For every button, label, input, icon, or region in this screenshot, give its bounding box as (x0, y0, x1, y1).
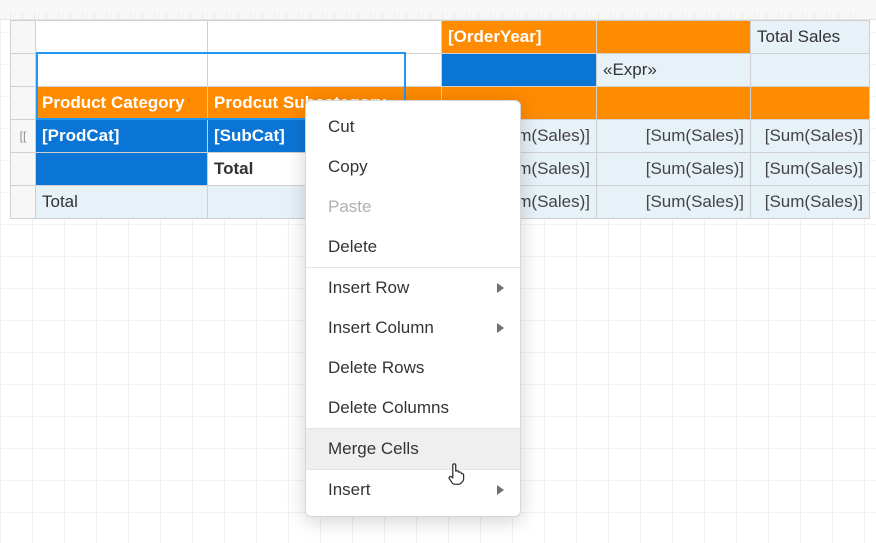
sum-sales-value: [Sum(Sales)] (765, 126, 863, 145)
expr-cell[interactable]: «Expr» (597, 54, 751, 87)
order-year-label: [OrderYear] (448, 27, 542, 46)
order-year-header-2[interactable] (597, 21, 751, 54)
row-handle[interactable] (11, 21, 36, 54)
expr-label: «Expr» (603, 60, 657, 79)
menu-insert-column[interactable]: Insert Column (306, 308, 520, 348)
data-cell[interactable]: [Sum(Sales)] (597, 153, 751, 186)
sum-sales-value: [Sum(Sales)] (646, 159, 744, 178)
menu-paste: Paste (306, 187, 520, 227)
menu-delete-columns[interactable]: Delete Columns (306, 388, 520, 428)
menu-merge-cells[interactable]: Merge Cells (306, 429, 520, 469)
menu-cut-label: Cut (328, 117, 354, 137)
sum-sales-value: [Sum(Sales)] (646, 126, 744, 145)
subcat-label: [SubCat] (214, 126, 285, 145)
data-cell[interactable]: [Sum(Sales)] (751, 153, 870, 186)
prodcat-label: [ProdCat] (42, 126, 119, 145)
menu-copy-label: Copy (328, 157, 368, 177)
chevron-right-icon (497, 323, 504, 333)
empty-cell[interactable] (751, 54, 870, 87)
grandtotal-label-cell[interactable]: Total (36, 186, 208, 219)
menu-delete-rows[interactable]: Delete Rows (306, 348, 520, 388)
data-cell[interactable]: [Sum(Sales)] (751, 186, 870, 219)
row-handle[interactable]: [[ (11, 120, 36, 153)
menu-insert-row[interactable]: Insert Row (306, 268, 520, 308)
data-cell[interactable]: [Sum(Sales)] (597, 186, 751, 219)
menu-insert-row-label: Insert Row (328, 278, 409, 298)
design-surface[interactable]: [OrderYear] Total Sales «Expr» Product C… (0, 0, 876, 543)
sum-sales-value: [Sum(Sales)] (646, 192, 744, 211)
menu-delete-columns-label: Delete Columns (328, 398, 449, 418)
grandtotal-label: Total (42, 192, 78, 211)
menu-paste-label: Paste (328, 197, 371, 217)
prodcat-span[interactable] (36, 153, 208, 186)
prodcat-field[interactable]: [ProdCat] (36, 120, 208, 153)
menu-delete-rows-label: Delete Rows (328, 358, 424, 378)
column-group-cell[interactable] (442, 54, 597, 87)
corner-cell[interactable] (36, 54, 208, 87)
data-cell[interactable]: [Sum(Sales)] (751, 120, 870, 153)
menu-insert-label: Insert (328, 480, 371, 500)
subtotal-label: Total (214, 159, 253, 178)
total-sales-label: Total Sales (757, 27, 840, 46)
menu-delete[interactable]: Delete (306, 227, 520, 267)
row-handle[interactable] (11, 186, 36, 219)
col-header-blank[interactable] (751, 87, 870, 120)
product-category-label: Product Category (42, 93, 185, 112)
corner-cell[interactable] (36, 21, 208, 54)
data-cell[interactable]: [Sum(Sales)] (597, 120, 751, 153)
corner-cell[interactable] (208, 21, 442, 54)
order-year-header[interactable]: [OrderYear] (442, 21, 597, 54)
col-header-blank[interactable] (597, 87, 751, 120)
row-handle[interactable] (11, 87, 36, 120)
context-menu: Cut Copy Paste Delete Insert Row Insert … (305, 100, 521, 517)
chevron-right-icon (497, 485, 504, 495)
sum-sales-value: [Sum(Sales)] (765, 192, 863, 211)
menu-delete-label: Delete (328, 237, 377, 257)
menu-cut[interactable]: Cut (306, 107, 520, 147)
sum-sales-value: [Sum(Sales)] (765, 159, 863, 178)
total-sales-header[interactable]: Total Sales (751, 21, 870, 54)
row-handle[interactable] (11, 54, 36, 87)
menu-insert[interactable]: Insert (306, 470, 520, 510)
row-handle[interactable] (11, 153, 36, 186)
menu-insert-column-label: Insert Column (328, 318, 434, 338)
ruler-top (0, 0, 876, 20)
chevron-right-icon (497, 283, 504, 293)
product-category-header[interactable]: Product Category (36, 87, 208, 120)
menu-copy[interactable]: Copy (306, 147, 520, 187)
menu-merge-cells-label: Merge Cells (328, 439, 419, 459)
corner-cell[interactable] (208, 54, 442, 87)
